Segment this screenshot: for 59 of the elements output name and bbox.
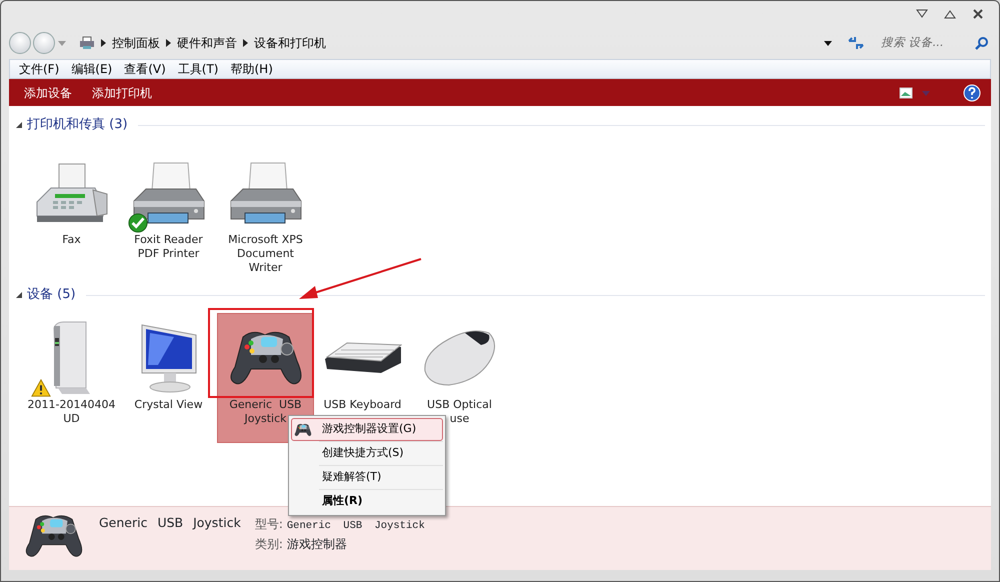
field-value: 游戏控制器 (286, 536, 347, 553)
group-header[interactable]: 设备 (5) (27, 285, 76, 305)
device-item[interactable]: USB Keyboard (314, 313, 411, 415)
gamepad-icon (294, 422, 312, 438)
device-item[interactable]: Foxit Reader PDF Printer (120, 148, 217, 264)
menu-item[interactable]: 查看(V) (119, 60, 171, 78)
field-value: Generic USB Joystick (286, 519, 425, 534)
collapse-icon[interactable] (15, 121, 23, 129)
menu-item[interactable]: 编辑(E) (66, 60, 118, 78)
monitor-icon (140, 323, 198, 393)
field-label: 类别: (254, 536, 283, 553)
chevron-icon[interactable] (243, 39, 248, 47)
device-label: Fax (62, 233, 81, 247)
gamepad-icon (23, 513, 85, 559)
menu-item[interactable]: 疑难解答(T) (291, 466, 443, 489)
device-name: Generic USB Joystick (99, 514, 241, 532)
printer-icon (228, 161, 302, 225)
chevron-icon[interactable] (101, 39, 106, 47)
help-icon[interactable] (963, 84, 981, 102)
mouse-icon (422, 329, 496, 387)
device-item[interactable]: Fax (23, 148, 120, 250)
printer-icon (79, 36, 95, 50)
menu-item[interactable]: 帮助(H) (226, 60, 278, 78)
dropdown-caret-icon[interactable] (823, 39, 833, 47)
device-label: Foxit Reader PDF Printer (134, 233, 203, 261)
toolbar-button[interactable]: 添加设备 (15, 82, 81, 104)
view-icon[interactable] (899, 86, 913, 98)
group-header[interactable]: 打印机和传真 (3) (27, 115, 128, 135)
breadcrumb-link[interactable]: 设备和打印机 (254, 34, 326, 52)
close-icon[interactable] (971, 8, 985, 20)
toolbar-button[interactable]: 添加打印机 (83, 82, 161, 104)
device-label: Microsoft XPS Document Writer (228, 233, 303, 275)
device-label: USB Keyboard (324, 398, 402, 412)
breadcrumb-link[interactable]: 控制面板 (112, 34, 160, 52)
drive-icon (52, 320, 92, 396)
breadcrumb-link[interactable]: 硬件和声音 (177, 34, 237, 52)
fax-icon (34, 162, 108, 224)
minimize-icon[interactable] (915, 8, 929, 20)
keyboard-icon (324, 342, 402, 374)
device-item[interactable]: Microsoft XPS Document Writer (217, 148, 314, 278)
printer-icon (132, 161, 206, 225)
chevron-icon[interactable] (166, 39, 171, 47)
device-item[interactable]: Crystal View (120, 313, 217, 415)
device-item[interactable]: 2011-20140404 UD (23, 313, 120, 429)
menu-item[interactable]: 工具(T) (172, 60, 224, 78)
search-icon[interactable] (975, 36, 989, 50)
address-bar[interactable]: 控制面板 硬件和声音 设备和打印机 (73, 31, 871, 55)
device-label: 2011-20140404 UD (28, 398, 116, 426)
device-label: Crystal View (134, 398, 203, 412)
menu-item[interactable]: 游戏控制器设置(G) (291, 418, 443, 441)
refresh-icon[interactable] (847, 35, 865, 51)
menu-item[interactable]: 文件(F) (14, 60, 64, 78)
maximize-icon[interactable] (943, 8, 957, 20)
menu-item[interactable]: 创建快捷方式(S) (291, 442, 443, 465)
search-field[interactable]: 搜索 设备... (881, 34, 971, 52)
device-item[interactable]: Generic USB Joystick (217, 313, 314, 443)
menu-item[interactable]: 属性(R) (291, 490, 443, 513)
collapse-icon[interactable] (15, 291, 23, 299)
field-label: 型号: (254, 516, 283, 533)
